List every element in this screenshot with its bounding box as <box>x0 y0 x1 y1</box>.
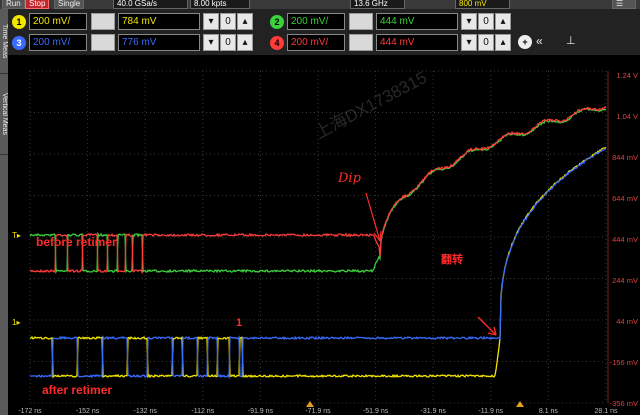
channel-1-trace <box>29 146 607 379</box>
memory-depth-field[interactable]: 8.00 kpts <box>190 0 250 9</box>
collapse-icon[interactable]: « <box>536 34 543 48</box>
channel-1-zero-icon[interactable]: 0 <box>220 13 236 30</box>
channel-2-row: 2 200 mV/ 444 mV ▾ 0 ▴ <box>266 12 516 31</box>
flip-annotation: 翻转 <box>441 254 463 266</box>
dip-arrow <box>365 192 381 242</box>
x-axis-ticks: -172 ns -152 ns -132 ns -112 ns -91.9 ns -71.… <box>18 408 618 415</box>
y-tick-label: 44 mV <box>616 317 638 326</box>
y-tick-label: 644 mV <box>612 194 638 203</box>
x-tick-label: -71.9 ns <box>305 408 331 415</box>
channel-4-scale[interactable]: 200 mV/ <box>287 34 345 51</box>
channel-3-trace <box>29 147 607 380</box>
channel-2-zero-icon[interactable]: 0 <box>478 13 494 30</box>
channel-4-row: 4 200 mV/ 444 mV ▾ 0 ▴ + « ⊥ <box>266 33 576 52</box>
x-tick-label: -51.9 ns <box>363 408 389 415</box>
x-tick-label: -31.9 ns <box>421 408 447 415</box>
pin-icon[interactable]: ⊥ <box>566 34 576 47</box>
top-toolbar: Run Stop Single 40.0 GSa/s 8.00 kpts 13.… <box>0 0 640 9</box>
channel-1-scale[interactable]: 200 mV/ <box>29 13 87 30</box>
y-tick-label: 244 mV <box>612 276 638 285</box>
trigger-level-field[interactable]: 800 mV <box>455 0 510 9</box>
channel-3-up-icon[interactable]: ▴ <box>237 34 253 51</box>
channel-1-ground-marker-icon[interactable]: 1▸ <box>12 318 20 327</box>
channel-1-down-icon[interactable]: ▾ <box>203 13 219 30</box>
channel-4-badge[interactable]: 4 <box>270 36 284 50</box>
y-tick-label: 844 mV <box>612 153 638 162</box>
after-retimer-label: after retimer <box>42 383 113 397</box>
channel-4-zero-icon[interactable]: 0 <box>478 34 494 51</box>
time-meas-tab[interactable]: Time Meas <box>0 9 8 74</box>
channel-4-down-icon[interactable]: ▾ <box>461 34 477 51</box>
x-tick-label: -152 ns <box>76 408 100 415</box>
marker-one-label: 1 <box>236 317 243 329</box>
channel-2-waveform-icon[interactable] <box>349 13 373 30</box>
stop-button[interactable]: Stop <box>25 0 50 9</box>
y-tick-label: -356 mV <box>610 399 638 408</box>
channel-1-offset[interactable]: 784 mV <box>118 13 200 30</box>
add-channel-icon[interactable]: + <box>518 35 532 49</box>
y-tick-label: -156 mV <box>610 358 638 367</box>
channel-settings-bar: 1 200 mV/ 784 mV ▾ 0 ▴ 2 200 mV/ 444 mV … <box>8 9 640 55</box>
waveform-traces: T▸ 1▸ <box>12 105 607 407</box>
channel-4-up-icon[interactable]: ▴ <box>495 34 511 51</box>
channel-4-waveform-icon[interactable] <box>349 34 373 51</box>
channel-3-scale[interactable]: 200 mV/ <box>29 34 87 51</box>
channel-3-badge[interactable]: 3 <box>12 36 26 50</box>
channel-3-zero-icon[interactable]: 0 <box>220 34 236 51</box>
menu-icon[interactable]: ☰ <box>612 0 636 9</box>
before-retimer-label: before retimer <box>36 235 117 249</box>
bandwidth-field[interactable]: 13.6 GHz <box>350 0 405 9</box>
y-axis-ticks: 1.24 V 1.04 V 844 mV 644 mV 444 mV 244 mV 44 m… <box>610 71 638 408</box>
x-tick-label: -132 ns <box>134 408 158 415</box>
channel-1-waveform-icon[interactable] <box>91 13 115 30</box>
channel-3-row: 3 200 mV/ 776 mV ▾ 0 ▴ <box>8 33 258 52</box>
dip-annotation: Dip <box>338 171 361 186</box>
y-tick-label: 1.24 V <box>616 71 638 80</box>
run-button[interactable]: Run <box>2 0 25 9</box>
channel-1-row: 1 200 mV/ 784 mV ▾ 0 ▴ <box>8 12 258 31</box>
side-tab-strip: Time Meas Vertical Meas <box>0 9 8 415</box>
sample-rate-field[interactable]: 40.0 GSa/s <box>113 0 188 9</box>
vertical-meas-tab[interactable]: Vertical Meas <box>0 75 8 155</box>
channel-2-offset[interactable]: 444 mV <box>376 13 458 30</box>
time-reference-marker-icon[interactable] <box>306 401 314 407</box>
channel-2-up-icon[interactable]: ▴ <box>495 13 511 30</box>
channel-2-scale[interactable]: 200 mV/ <box>287 13 345 30</box>
channel-3-waveform-icon[interactable] <box>91 34 115 51</box>
y-tick-label: 444 mV <box>612 235 638 244</box>
x-tick-label: -91.9 ns <box>248 408 274 415</box>
x-tick-label: -172 ns <box>18 408 42 415</box>
channel-1-up-icon[interactable]: ▴ <box>237 13 253 30</box>
channel-2-badge[interactable]: 2 <box>270 15 284 29</box>
waveform-display[interactable]: T▸ 1▸ 1.24 V 1.04 V 844 mV 644 mV 444 mV 244 m… <box>8 55 640 415</box>
x-tick-label: 8.1 ns <box>539 408 559 415</box>
trigger-marker-icon[interactable]: T▸ <box>12 231 21 240</box>
x-tick-label: -11.9 ns <box>478 408 503 415</box>
channel-3-offset[interactable]: 776 mV <box>118 34 200 51</box>
x-tick-label: 28.1 ns <box>595 408 618 415</box>
channel-2-down-icon[interactable]: ▾ <box>461 13 477 30</box>
x-tick-label: -112 ns <box>191 408 214 415</box>
channel-1-badge[interactable]: 1 <box>12 15 26 29</box>
trigger-position-marker-icon[interactable] <box>516 401 524 407</box>
channel-3-down-icon[interactable]: ▾ <box>203 34 219 51</box>
channel-4-offset[interactable]: 444 mV <box>376 34 458 51</box>
y-tick-label: 1.04 V <box>616 112 638 121</box>
single-button[interactable]: Single <box>54 0 85 9</box>
